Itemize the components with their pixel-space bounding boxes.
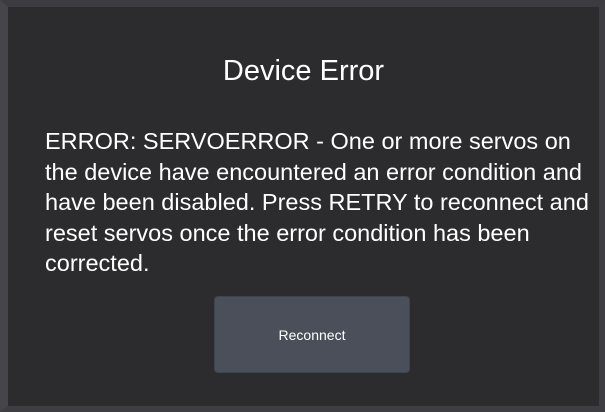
error-message: ERROR: SERVOERROR - One or more servos o… bbox=[45, 128, 589, 276]
device-error-dialog: Device Error ERROR: SERVOERROR - One or … bbox=[0, 0, 605, 412]
reconnect-button[interactable]: Reconnect bbox=[214, 296, 410, 373]
dialog-title: Device Error bbox=[222, 55, 385, 87]
